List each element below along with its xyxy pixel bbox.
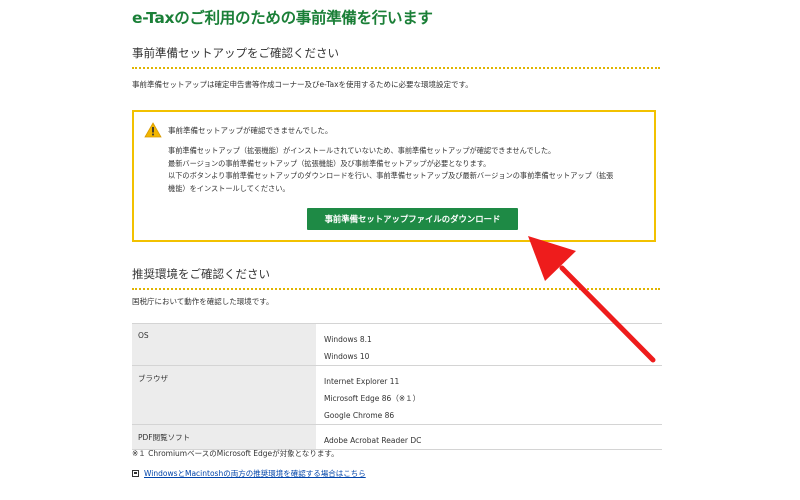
warning-line: 最新バージョンの事前準備セットアップ（拡張機能）及び事前準備セットアップが必要と… xyxy=(168,158,491,168)
warning-triangle-icon xyxy=(144,122,162,138)
page-title: e-Taxのご利用のための事前準備を行います xyxy=(132,9,433,27)
download-setup-button[interactable]: 事前準備セットアップファイルのダウンロード xyxy=(307,208,518,230)
row-values: Windows 8.1 Windows 10 xyxy=(316,323,662,366)
env-description: 国税庁において動作を確認した環境です。 xyxy=(132,297,274,306)
table-row: ブラウザ Internet Explorer 11 Microsoft Edge… xyxy=(132,365,662,425)
footnote: ※１ ChromiumベースのMicrosoft Edgeが対象となります。 xyxy=(132,449,339,458)
warning-line: 機能）をインストールしてください。 xyxy=(168,183,290,193)
footer-link-row: WindowsとMacintoshの両方の推奨環境を確認する場合はこちら xyxy=(132,468,366,479)
window-icon xyxy=(132,470,139,477)
warning-box: 事前準備セットアップが確認できませんでした。 事前準備セットアップ（拡張機能）が… xyxy=(132,110,656,242)
setup-description: 事前準備セットアップは確定申告書等作成コーナー及びe-Taxを使用するために必要… xyxy=(132,80,473,89)
row-value: Microsoft Edge 86（※１） xyxy=(324,394,421,403)
warning-message: 事前準備セットアップ（拡張機能）がインストールされていないため、事前準備セットア… xyxy=(168,145,652,195)
warning-title: 事前準備セットアップが確認できませんでした。 xyxy=(168,126,333,135)
row-value: Windows 10 xyxy=(324,352,370,361)
row-value: Windows 8.1 xyxy=(324,335,372,344)
recommended-env-table: OS Windows 8.1 Windows 10 ブラウザ Internet … xyxy=(132,323,662,450)
row-label: ブラウザ xyxy=(132,365,316,425)
warning-line: 事前準備セットアップ（拡張機能）がインストールされていないため、事前準備セットア… xyxy=(168,146,556,155)
row-label: PDF閲覧ソフト xyxy=(132,424,316,450)
env-section-heading: 推奨環境をご確認ください xyxy=(132,266,660,290)
row-values: Internet Explorer 11 Microsoft Edge 86（※… xyxy=(316,365,662,425)
row-value: Adobe Acrobat Reader DC xyxy=(324,436,422,445)
warning-line: 以下のボタンより事前準備セットアップのダウンロードを行い、事前準備セットアップ及… xyxy=(168,171,614,180)
row-value: Google Chrome 86 xyxy=(324,411,395,420)
row-label: OS xyxy=(132,323,316,366)
table-row: OS Windows 8.1 Windows 10 xyxy=(132,323,662,366)
row-value: Internet Explorer 11 xyxy=(324,377,400,386)
row-values: Adobe Acrobat Reader DC xyxy=(316,424,662,450)
table-row: PDF閲覧ソフト Adobe Acrobat Reader DC xyxy=(132,424,662,450)
setup-section-heading: 事前準備セットアップをご確認ください xyxy=(132,45,660,69)
env-comparison-link[interactable]: WindowsとMacintoshの両方の推奨環境を確認する場合はこちら xyxy=(144,468,366,479)
